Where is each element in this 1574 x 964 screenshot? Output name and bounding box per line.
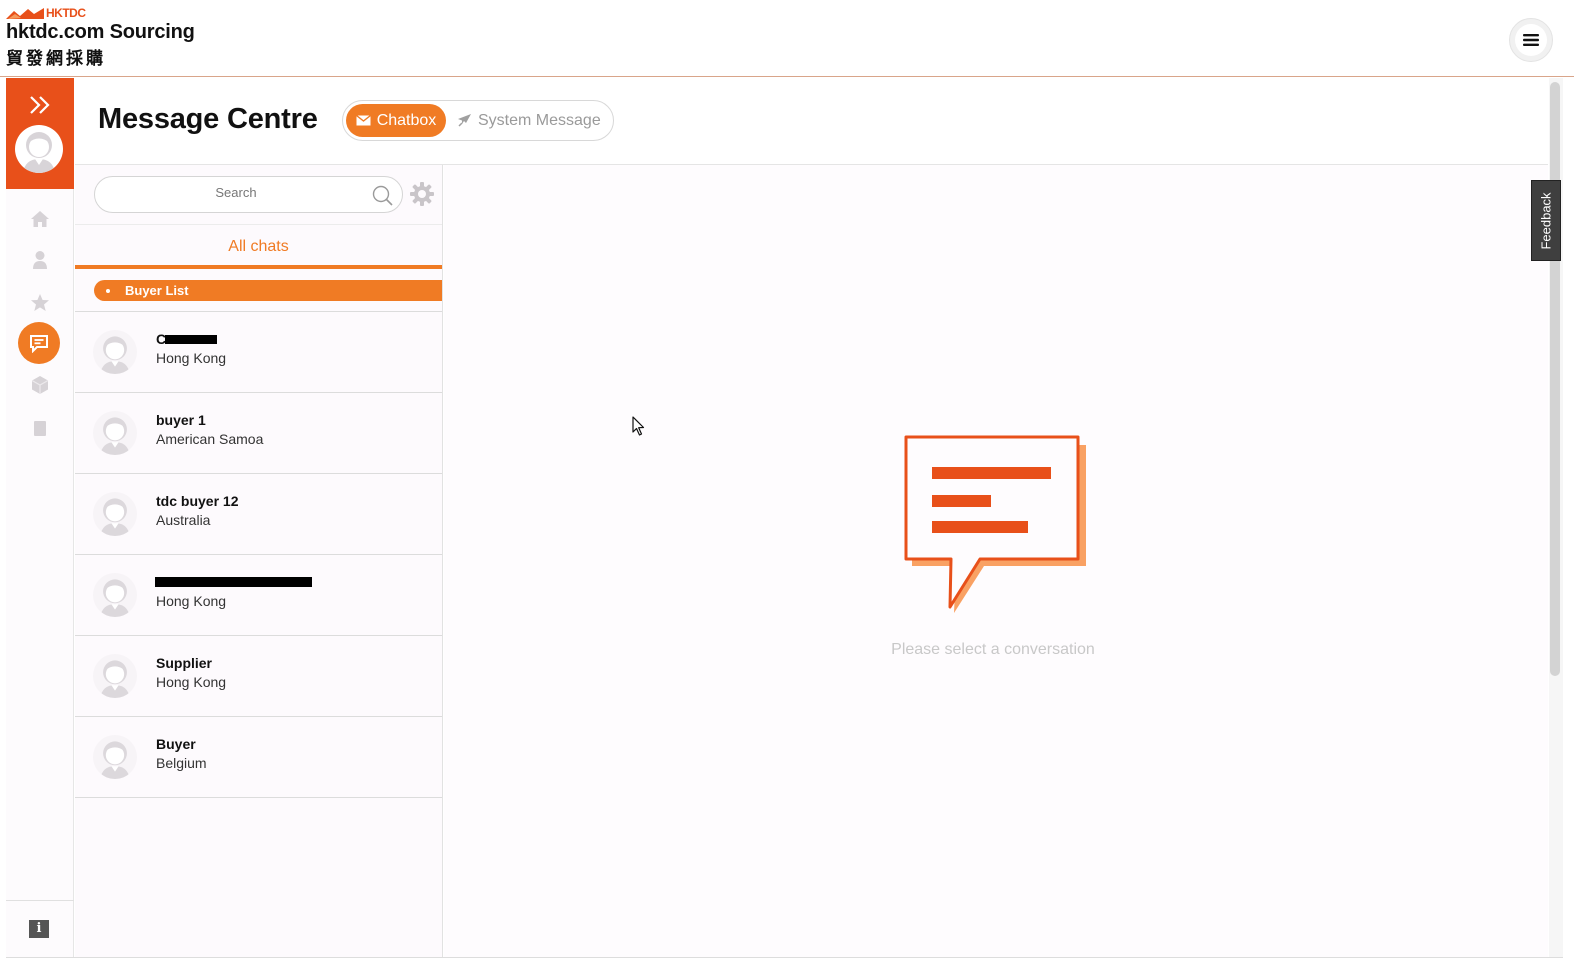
person-avatar-icon	[100, 336, 130, 374]
person-avatar-icon	[100, 579, 130, 617]
contact-avatar	[93, 411, 137, 455]
contact-location: Australia	[156, 512, 211, 528]
info-button[interactable]: i	[29, 920, 49, 938]
tab-system-message-label: System Message	[478, 111, 601, 129]
top-header: HKTDC hktdc.com Sourcing 貿發網採購	[0, 0, 1574, 77]
contact-avatar	[93, 492, 137, 536]
contact-avatar	[93, 330, 137, 374]
user-avatar[interactable]	[15, 125, 63, 173]
chat-row[interactable]: Supplier Hong Kong	[75, 636, 442, 717]
redaction-bar	[165, 335, 217, 344]
empty-conversation-icon	[904, 435, 1086, 613]
conversation-area: Please select a conversation	[444, 165, 1548, 957]
scrollbar-thumb[interactable]	[1550, 82, 1560, 676]
message-tabs: Chatbox System Message	[342, 100, 614, 141]
feedback-label: Feedback	[1538, 191, 1554, 250]
contact-location: Hong Kong	[156, 674, 227, 690]
person-avatar-icon	[100, 417, 130, 455]
contact-location: American Samoa	[156, 431, 264, 447]
contact-location: Hong Kong	[156, 350, 227, 366]
chat-row[interactable]: Hong Kong	[75, 555, 442, 636]
rocket-icon	[458, 114, 471, 127]
document-icon	[34, 420, 46, 436]
brand-chinese: 貿發網採購	[6, 49, 106, 68]
sidebar-header	[6, 78, 74, 189]
chat-row[interactable]: C Hong Kong	[75, 312, 442, 393]
sidebar-item-documents[interactable]	[28, 416, 52, 440]
person-avatar-icon	[23, 132, 55, 173]
envelope-icon	[355, 115, 371, 126]
chat-row[interactable]: buyer 1 American Samoa	[75, 393, 442, 474]
contact-name: tdc buyer 12	[156, 493, 239, 509]
brand-name: hktdc.com Sourcing	[6, 21, 195, 43]
contact-name: Supplier	[156, 655, 213, 671]
contact-avatar	[93, 654, 137, 698]
buyer-list-group[interactable]: Buyer List	[94, 280, 442, 301]
star-icon	[31, 293, 49, 311]
sidebar-item-products[interactable]	[28, 373, 52, 397]
search-box	[94, 176, 403, 213]
sidebar-item-profile[interactable]	[28, 248, 52, 272]
buyer-list-label: Buyer List	[125, 283, 189, 298]
contact-name: buyer 1	[156, 412, 206, 428]
page-title: Message Centre	[98, 103, 318, 135]
tab-chatbox[interactable]: Chatbox	[346, 104, 446, 137]
feedback-button[interactable]: Feedback	[1531, 180, 1561, 261]
contact-location: Hong Kong	[156, 593, 227, 609]
expand-sidebar-button[interactable]	[28, 94, 52, 116]
chat-row[interactable]: tdc buyer 12 Australia	[75, 474, 442, 555]
person-avatar-icon	[100, 741, 130, 779]
person-avatar-icon	[100, 498, 130, 536]
sidebar-item-messages[interactable]	[18, 322, 60, 364]
sidebar-divider	[6, 900, 74, 901]
menu-button[interactable]	[1509, 18, 1553, 62]
chat-row[interactable]: Buyer Belgium	[75, 717, 442, 798]
sidebar-item-home[interactable]	[28, 207, 52, 231]
home-icon	[31, 211, 49, 227]
gear-icon[interactable]	[409, 181, 435, 207]
user-icon	[33, 251, 47, 269]
contact-name: Buyer	[156, 736, 196, 752]
person-avatar-icon	[100, 660, 130, 698]
double-chevron-right-icon	[30, 96, 50, 114]
tab-system-message[interactable]: System Message	[457, 104, 601, 137]
hktdc-logo[interactable]: HKTDC hktdc.com Sourcing 貿發網採購	[6, 6, 195, 69]
tab-chatbox-label: Chatbox	[376, 111, 437, 129]
chat-icon	[30, 334, 48, 353]
bottom-border	[6, 957, 1563, 958]
box-icon	[31, 376, 49, 394]
search-input[interactable]	[111, 185, 361, 200]
contact-avatar	[93, 735, 137, 779]
empty-state-text: Please select a conversation	[444, 641, 1548, 659]
hktdc-logo-mark-icon	[6, 7, 44, 19]
all-chats-filter[interactable]: All chats	[75, 224, 442, 269]
chat-rows: C Hong Kong buyer 1 American Samoa tdc b…	[75, 311, 442, 798]
redaction-bar	[155, 577, 312, 587]
left-sidebar: i	[6, 78, 74, 958]
empty-state-label: Please select a conversation	[891, 641, 1095, 658]
search-icon[interactable]	[372, 185, 393, 206]
mouse-cursor-icon	[632, 416, 645, 436]
bullet-dot	[106, 288, 110, 293]
contact-location: Belgium	[156, 755, 207, 771]
contact-avatar	[93, 573, 137, 617]
hamburger-icon	[1523, 34, 1539, 46]
sidebar-item-favourites[interactable]	[28, 290, 52, 314]
chat-list-panel: All chats Buyer List C Hong Kong buyer 1…	[75, 165, 443, 957]
brand-small: HKTDC	[46, 6, 86, 20]
